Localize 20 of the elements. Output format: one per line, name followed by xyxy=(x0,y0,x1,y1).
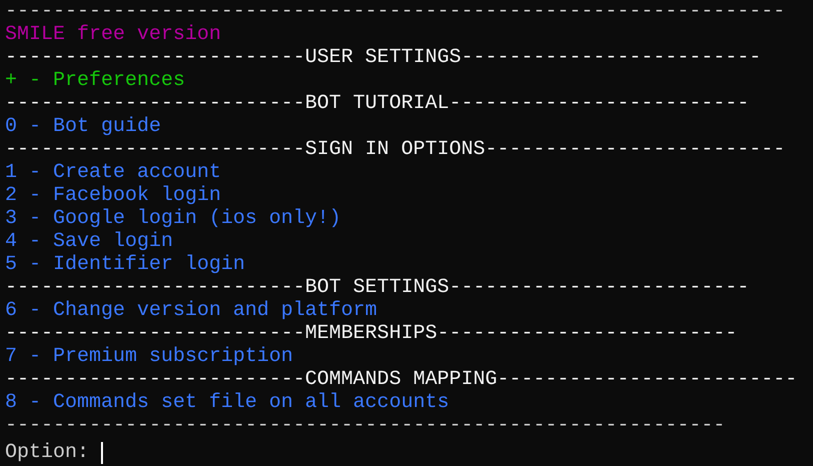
section-header: -------------------------MEMBERSHIPS------------------------- xyxy=(5,322,738,345)
menu-option: 4 - Save login xyxy=(5,230,174,253)
menu-option: 7 - Premium subscription xyxy=(5,345,294,368)
option-prompt: Option: xyxy=(5,441,90,464)
menu-option: 1 - Create account xyxy=(5,161,222,184)
menu-option: + - Preferences xyxy=(5,69,186,92)
section-header: -------------------------COMMANDS MAPPING------------------------- xyxy=(5,368,798,391)
divider-line: ----------------------------------------------------------------- xyxy=(5,0,786,23)
section-header: -------------------------BOT SETTINGS------------------------- xyxy=(5,276,750,299)
menu-option: 2 - Facebook login xyxy=(5,184,222,207)
section-header: -------------------------BOT TUTORIAL------------------------- xyxy=(5,92,750,115)
menu-option: 5 - Identifier login xyxy=(5,253,246,276)
menu-option: 0 - Bot guide xyxy=(5,115,162,138)
divider-line: ------------------------------------------------------------ xyxy=(5,414,726,437)
menu-option: 3 - Google login (ios only!) xyxy=(5,207,342,230)
menu-option: 6 - Change version and platform xyxy=(5,299,378,322)
app-title: SMILE free version xyxy=(5,23,222,46)
section-header: -------------------------SIGN IN OPTIONS------------------------- xyxy=(5,138,786,161)
menu-option: 8 - Commands set file on all accounts xyxy=(5,391,450,414)
section-header: -------------------------USER SETTINGS------------------------- xyxy=(5,46,762,69)
